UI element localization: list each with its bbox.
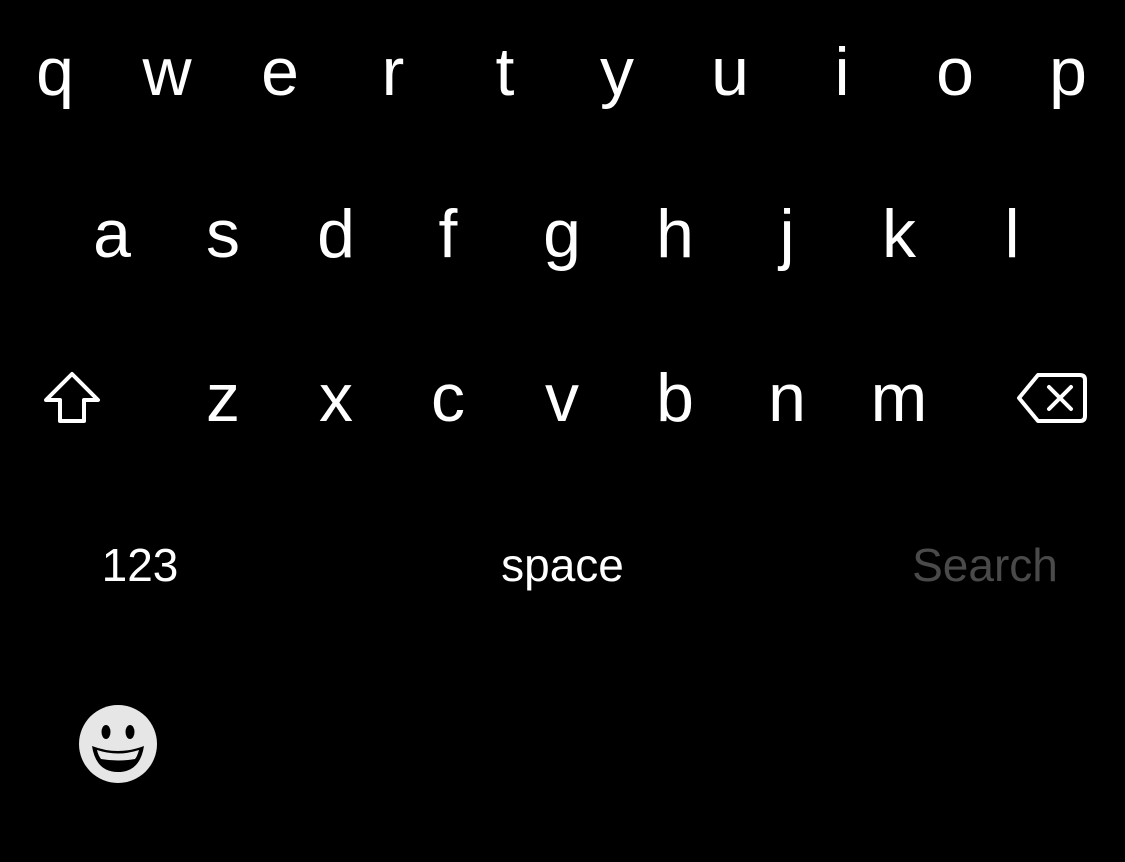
- grinning-face-icon: [79, 705, 157, 783]
- keyboard-row-1: q w e r t y u i o p: [0, 12, 1125, 132]
- backspace-icon: [1017, 373, 1087, 423]
- shift-arrow-icon: [44, 372, 100, 423]
- keyboard: q w e r t y u i o p a s d f g h j k l z …: [0, 0, 1125, 862]
- shift-key[interactable]: [22, 338, 122, 458]
- key-u[interactable]: u: [680, 12, 780, 132]
- key-m[interactable]: m: [849, 338, 949, 458]
- key-x[interactable]: x: [286, 338, 386, 458]
- key-d[interactable]: d: [286, 174, 386, 294]
- keyboard-bottom-row: 123 space Search: [0, 505, 1125, 625]
- key-z[interactable]: z: [173, 338, 273, 458]
- key-n[interactable]: n: [737, 338, 837, 458]
- key-v[interactable]: v: [512, 338, 612, 458]
- key-t[interactable]: t: [455, 12, 555, 132]
- delete-key[interactable]: [1002, 338, 1102, 458]
- key-h[interactable]: h: [625, 174, 725, 294]
- search-key[interactable]: Search: [880, 505, 1090, 625]
- key-s[interactable]: s: [173, 174, 273, 294]
- key-r[interactable]: r: [343, 12, 443, 132]
- keyboard-row-2: a s d f g h j k l: [0, 174, 1125, 294]
- key-w[interactable]: w: [117, 12, 217, 132]
- key-o[interactable]: o: [905, 12, 1005, 132]
- key-q[interactable]: q: [5, 12, 105, 132]
- key-c[interactable]: c: [398, 338, 498, 458]
- key-k[interactable]: k: [849, 174, 949, 294]
- space-key-label: space: [501, 539, 624, 591]
- key-i[interactable]: i: [792, 12, 892, 132]
- numbers-key[interactable]: 123: [80, 505, 200, 625]
- key-y[interactable]: y: [567, 12, 667, 132]
- key-a[interactable]: a: [62, 174, 162, 294]
- search-key-label: Search: [912, 539, 1058, 591]
- key-j[interactable]: j: [737, 174, 837, 294]
- space-key[interactable]: space: [400, 505, 725, 625]
- key-e[interactable]: e: [230, 12, 330, 132]
- key-f[interactable]: f: [398, 174, 498, 294]
- keyboard-row-3: z x c v b n m: [0, 338, 1125, 458]
- key-p[interactable]: p: [1018, 12, 1118, 132]
- numbers-key-label: 123: [101, 539, 179, 591]
- key-g[interactable]: g: [512, 174, 612, 294]
- emoji-key[interactable]: [68, 694, 168, 794]
- key-l[interactable]: l: [962, 174, 1062, 294]
- key-b[interactable]: b: [625, 338, 725, 458]
